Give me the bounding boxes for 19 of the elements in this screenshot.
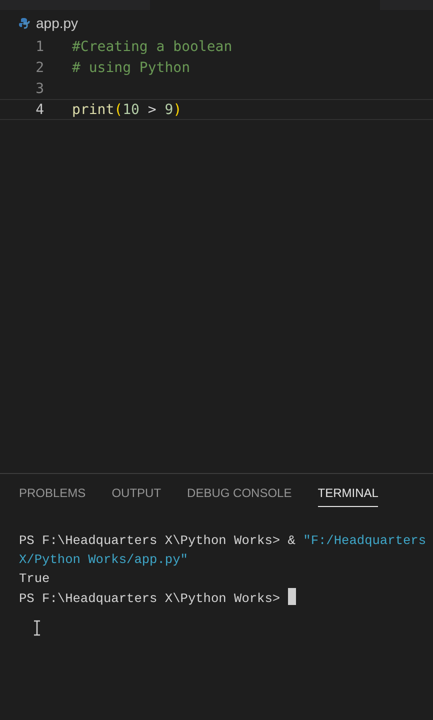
panel-tab[interactable]: OUTPUT — [112, 486, 162, 507]
line-number: 2 — [34, 60, 44, 76]
line-number: 1 — [34, 38, 44, 54]
code-line: #Creating a boolean — [72, 38, 232, 54]
code-line: print(10 > 9) — [72, 102, 182, 118]
python-file-icon — [18, 17, 30, 29]
terminal-cursor — [288, 588, 296, 605]
terminal-line: PS F:\Headquarters X\Python Works> & "F:/Headquarters — [19, 533, 426, 548]
panel-tab[interactable]: DEBUG CONSOLE — [187, 486, 292, 507]
line-number: 4 — [34, 102, 44, 118]
code-line: # using Python — [72, 60, 190, 76]
terminal-line: PS F:\Headquarters X\Python Works> — [19, 591, 282, 606]
breadcrumb[interactable]: app.py — [36, 15, 78, 31]
terminal-line: X/Python Works/app.py" — [19, 552, 188, 567]
panel-tab[interactable]: TERMINAL — [318, 486, 378, 507]
text-cursor-icon — [33, 620, 41, 636]
terminal-line: True — [19, 571, 50, 586]
line-number: 3 — [34, 80, 44, 96]
panel-tab[interactable]: PROBLEMS — [19, 486, 86, 507]
